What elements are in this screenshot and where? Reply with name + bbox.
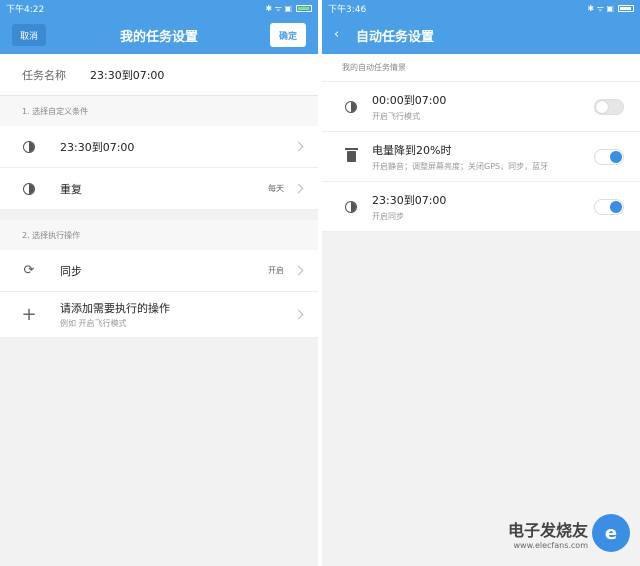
cancel-button[interactable]: 取消 [12, 24, 47, 46]
add-action-row[interactable]: + 请添加需要执行的操作 例如 开启飞行模式 [0, 292, 318, 338]
scenario-section-label: 我的自动任务情景 [322, 54, 640, 82]
section-spacer [0, 210, 318, 220]
task-name-label: 任务名称 [22, 68, 66, 82]
section-conditions-label: 1. 选择自定义条件 [0, 96, 318, 126]
watermark-cn: 电子发烧友 [507, 520, 588, 540]
add-action-text: 请添加需要执行的操作 例如 开启飞行模式 [60, 300, 170, 329]
scenario-row[interactable]: 电量降到20%时 开启静音；调整屏幕亮度；关闭GPS，同步，蓝牙 [322, 132, 640, 182]
auto-task-header: ‹ 自动任务设置 [322, 16, 640, 54]
status-icons: ✱ ᯤ ▣ [265, 3, 312, 14]
scenario-subtitle: 开启静音；调整屏幕亮度；关闭GPS，同步，蓝牙 [372, 161, 549, 171]
scenario-toggle[interactable] [594, 198, 624, 215]
scenario-text: 电量降到20%时 开启静音；调整屏幕亮度；关闭GPS，同步，蓝牙 [372, 142, 548, 172]
scenario-subtitle: 开启飞行模式 [372, 111, 420, 121]
task-name-value[interactable]: 23:30到07:00 [90, 67, 164, 83]
page-title: 我的任务设置 [119, 29, 198, 45]
task-name-row[interactable]: 任务名称 23:30到07:00 [0, 54, 318, 96]
condition-time-label: 23:30到07:00 [60, 140, 135, 154]
scenario-text: 00:00到07:00 开启飞行模式 [372, 92, 446, 122]
watermark: 电子发烧友 www.elecfans.com e [508, 514, 630, 552]
scenario-title: 电量降到20%时 [372, 143, 452, 157]
status-bar: 下午4:22 ✱ ᯤ ▣ [0, 0, 318, 16]
watermark-logo-icon: e [592, 514, 630, 552]
sync-icon: ⟳ [23, 262, 35, 278]
moon-icon [344, 100, 358, 114]
battery-trash-icon [344, 148, 358, 164]
chevron-right-icon [293, 183, 304, 194]
chevron-right-icon [293, 309, 304, 320]
battery-icon [296, 4, 312, 12]
action-sync-value: 开启 [268, 266, 284, 275]
task-header: 取消 我的任务设置 确定 [0, 16, 318, 54]
left-screen: 下午4:22 ✱ ᯤ ▣ 取消 我的任务设置 确定 任务名称 23:30到07:… [0, 0, 318, 566]
watermark-text: 电子发烧友 www.elecfans.com [508, 517, 588, 550]
add-action-hint: 例如 开启飞行模式 [60, 319, 127, 328]
scenario-toggle[interactable] [594, 148, 624, 165]
condition-time-row[interactable]: 23:30到07:00 [0, 126, 318, 168]
scenario-subtitle: 开启同步 [372, 211, 404, 221]
scenario-text: 23:30到07:00 开启同步 [372, 192, 446, 222]
moon-icon [22, 140, 36, 154]
action-sync-row[interactable]: ⟳ 同步 开启 [0, 250, 318, 292]
status-icon-glyphs: ✱ ᯤ ▣ [265, 3, 292, 13]
battery-icon [618, 4, 634, 12]
condition-repeat-label: 重复 [60, 182, 82, 196]
watermark-url: www.elecfans.com [513, 540, 589, 550]
scenario-title: 23:30到07:00 [372, 193, 447, 207]
back-arrow-icon[interactable]: ‹ [334, 27, 348, 43]
scenario-toggle[interactable] [594, 98, 624, 115]
section-actions-label: 2. 选择执行操作 [0, 220, 318, 250]
screenshot-stage: 下午4:22 ✱ ᯤ ▣ 取消 我的任务设置 确定 任务名称 23:30到07:… [0, 0, 640, 566]
moon-icon [344, 200, 358, 214]
chevron-right-icon [293, 265, 304, 276]
status-icons: ✱ ᯤ ▣ [587, 3, 634, 14]
condition-repeat-row[interactable]: 重复 每天 [0, 168, 318, 210]
moon-icon [22, 182, 36, 196]
add-action-label: 请添加需要执行的操作 [60, 302, 170, 315]
status-time: 下午3:46 [328, 4, 367, 15]
page-title: 自动任务设置 [356, 29, 435, 45]
status-time: 下午4:22 [6, 4, 45, 15]
scenario-title: 00:00到07:00 [372, 93, 447, 107]
scenario-row[interactable]: 00:00到07:00 开启飞行模式 [322, 82, 640, 132]
chevron-right-icon [293, 141, 304, 152]
action-sync-label: 同步 [60, 264, 82, 278]
status-icon-glyphs: ✱ ᯤ ▣ [587, 3, 614, 13]
confirm-button[interactable]: 确定 [269, 23, 306, 47]
right-screen: 下午3:46 ✱ ᯤ ▣ ‹ 自动任务设置 我的自动任务情景 00:00到07:… [322, 0, 640, 566]
plus-icon: + [21, 303, 37, 325]
status-bar: 下午3:46 ✱ ᯤ ▣ [322, 0, 640, 16]
scenario-row[interactable]: 23:30到07:00 开启同步 [322, 182, 640, 232]
condition-repeat-value: 每天 [268, 184, 284, 193]
